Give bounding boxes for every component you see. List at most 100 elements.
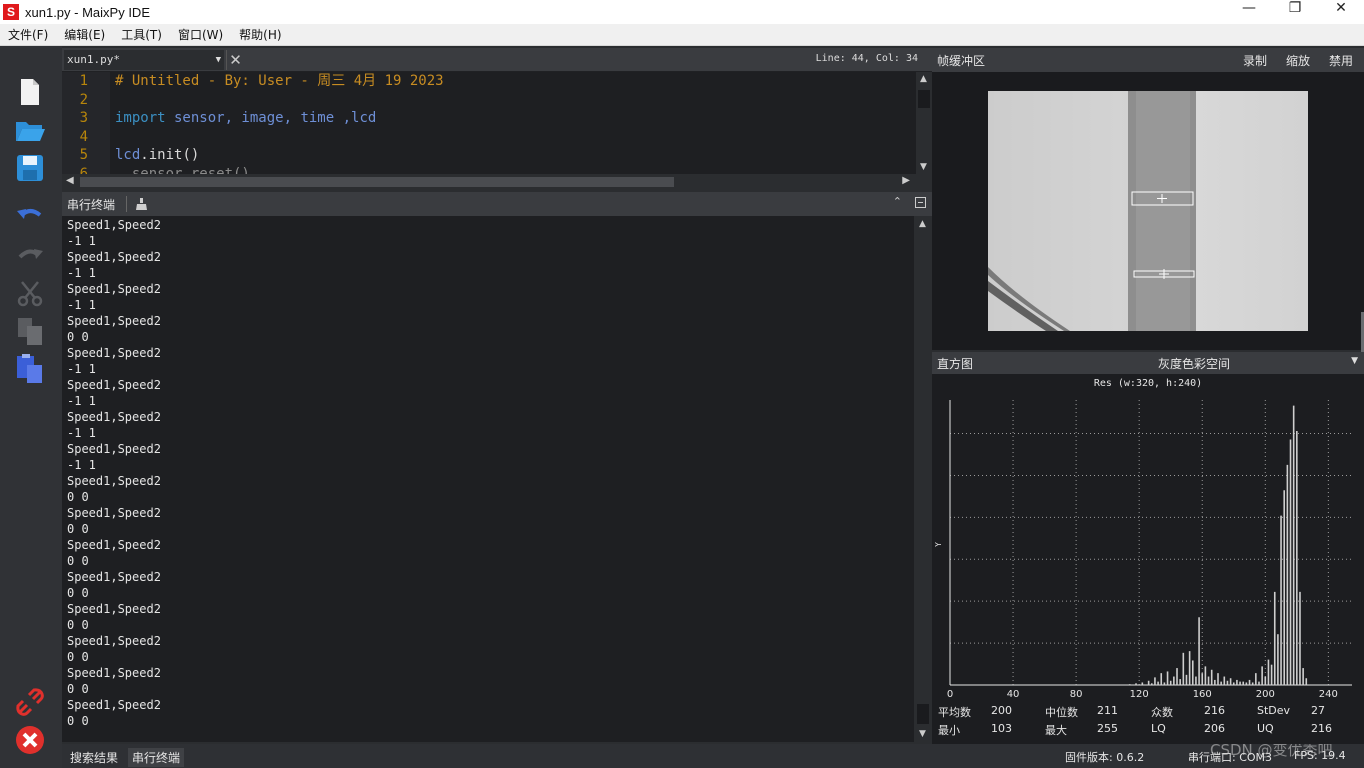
line-number: 1 bbox=[79, 73, 88, 89]
cut-icon[interactable] bbox=[14, 277, 46, 309]
code-text[interactable]: # Untitled - By: User - 周三 4月 19 2023 im… bbox=[115, 72, 915, 174]
redo-icon[interactable] bbox=[14, 239, 46, 271]
line-number: 3 bbox=[79, 110, 88, 126]
file-name: xun1.py* bbox=[67, 53, 120, 66]
x-tick-label: 0 bbox=[947, 689, 953, 700]
zoom-button[interactable]: 缩放 bbox=[1286, 52, 1310, 69]
code-call: .init() bbox=[140, 147, 200, 163]
minimize-icon[interactable]: — bbox=[1226, 0, 1272, 24]
scroll-thumb[interactable] bbox=[80, 177, 674, 187]
editor-tab-bar: xun1.py* ▼ ✕ Line: 44, Col: 34 bbox=[62, 48, 932, 72]
menu-help[interactable]: 帮助(H) bbox=[239, 26, 281, 43]
menu-window[interactable]: 窗口(W) bbox=[178, 26, 223, 43]
menu-bar: 文件(F) 编辑(E) 工具(T) 窗口(W) 帮助(H) bbox=[0, 24, 1364, 46]
terminal-line: Speed1,Speed2 bbox=[67, 378, 161, 392]
terminal-line: Speed1,Speed2 bbox=[67, 282, 161, 296]
uq-label: UQ bbox=[1257, 722, 1274, 735]
scroll-thumb[interactable] bbox=[917, 704, 929, 724]
line-number: 2 bbox=[79, 91, 88, 108]
scroll-up-icon[interactable]: ▲ bbox=[919, 219, 926, 229]
new-file-icon[interactable] bbox=[14, 76, 46, 108]
editor-vertical-scrollbar[interactable]: ▲ ▼ bbox=[916, 72, 932, 174]
x-tick-label: 240 bbox=[1319, 689, 1338, 700]
median-value: 211 bbox=[1097, 704, 1118, 717]
terminal-line: 0 0 bbox=[67, 714, 89, 728]
menu-file[interactable]: 文件(F) bbox=[8, 26, 48, 43]
left-toolbar bbox=[0, 46, 62, 768]
frame-buffer-header: 帧缓冲区 录制 缩放 禁用 bbox=[932, 48, 1364, 72]
serial-terminal-output[interactable]: Speed1,Speed2 -1 1 Speed1,Speed2 -1 1 Speed1… bbox=[62, 216, 914, 742]
terminal-line: 0 0 bbox=[67, 330, 89, 344]
search-results-tab[interactable]: 搜索结果 bbox=[66, 748, 122, 767]
code-editor[interactable]: 1 2 3 4 5 6 # Untitled - By: User - 周三 4… bbox=[62, 72, 932, 174]
max-label: 最大 bbox=[1045, 724, 1067, 737]
code-identifier: lcd bbox=[115, 147, 141, 163]
clear-terminal-icon[interactable] bbox=[134, 196, 150, 212]
record-button[interactable]: 录制 bbox=[1243, 52, 1267, 69]
paste-icon[interactable] bbox=[14, 353, 46, 385]
close-tab-icon[interactable]: ✕ bbox=[226, 50, 244, 70]
terminal-line: -1 1 bbox=[67, 234, 96, 248]
editor-horizontal-scrollbar[interactable]: ◀ ▶ bbox=[62, 174, 914, 190]
title-bar: S xun1.py - MaixPy IDE — ❐ ✕ bbox=[0, 0, 1364, 24]
terminal-line: 0 0 bbox=[67, 490, 89, 504]
copy-icon[interactable] bbox=[14, 315, 46, 347]
terminal-line: -1 1 bbox=[67, 394, 96, 408]
terminal-line: -1 1 bbox=[67, 426, 96, 440]
x-tick-label: 120 bbox=[1130, 689, 1149, 700]
mode-value: 216 bbox=[1204, 704, 1225, 717]
restore-icon[interactable]: ❐ bbox=[1272, 0, 1318, 24]
stop-icon[interactable] bbox=[14, 724, 46, 756]
serial-terminal-title: 串行终端 bbox=[67, 198, 116, 212]
serial-terminal-header: 串行终端 ⌃ bbox=[62, 192, 932, 216]
stdev-value: 27 bbox=[1311, 704, 1325, 717]
terminal-line: 0 0 bbox=[67, 682, 89, 696]
chevron-down-icon[interactable]: ▼ bbox=[1351, 356, 1358, 366]
terminal-line: Speed1,Speed2 bbox=[67, 570, 161, 584]
scroll-down-icon[interactable]: ▼ bbox=[920, 162, 927, 172]
code-keyword: import bbox=[115, 110, 166, 126]
collapse-up-icon[interactable]: ⌃ bbox=[893, 195, 902, 208]
menu-tools[interactable]: 工具(T) bbox=[121, 26, 162, 43]
scroll-up-icon[interactable]: ▲ bbox=[920, 74, 927, 84]
float-panel-icon[interactable] bbox=[915, 197, 926, 208]
line-number: 4 bbox=[79, 128, 88, 145]
open-folder-icon[interactable] bbox=[14, 114, 46, 146]
file-selector[interactable]: xun1.py* ▼ bbox=[64, 50, 224, 70]
histogram-header: 直方图 灰度色彩空间 ▼ bbox=[932, 352, 1364, 374]
disable-button[interactable]: 禁用 bbox=[1329, 52, 1353, 69]
terminal-line: -1 1 bbox=[67, 362, 96, 376]
firmware-version: 固件版本: 0.6.2 bbox=[1065, 751, 1145, 764]
median-label: 中位数 bbox=[1045, 706, 1078, 719]
color-space-selector[interactable]: 灰度色彩空间 bbox=[1158, 355, 1230, 372]
cursor-position: Line: 44, Col: 34 bbox=[815, 53, 918, 64]
scroll-down-icon[interactable]: ▼ bbox=[919, 729, 926, 739]
code-line-6: sensor.reset() bbox=[115, 165, 250, 175]
uq-value: 216 bbox=[1311, 722, 1332, 735]
disconnect-icon[interactable] bbox=[14, 686, 46, 718]
terminal-vertical-scrollbar[interactable]: ▲ ▼ bbox=[914, 216, 932, 742]
mean-value: 200 bbox=[991, 704, 1012, 717]
terminal-line: 0 0 bbox=[67, 554, 89, 568]
terminal-line: -1 1 bbox=[67, 266, 96, 280]
close-icon[interactable]: ✕ bbox=[1318, 0, 1364, 24]
scroll-right-icon[interactable]: ▶ bbox=[902, 175, 910, 186]
serial-terminal-tab[interactable]: 串行终端 bbox=[128, 748, 185, 767]
save-icon[interactable] bbox=[14, 152, 46, 184]
scroll-thumb[interactable] bbox=[918, 90, 930, 108]
scroll-left-icon[interactable]: ◀ bbox=[66, 175, 74, 186]
code-line-3: import sensor, image, time ,lcd bbox=[115, 109, 915, 128]
mode-label: 众数 bbox=[1151, 706, 1173, 719]
stdev-label: StDev bbox=[1257, 704, 1291, 717]
code-text-span: sensor, image, time ,lcd bbox=[165, 110, 377, 126]
undo-icon[interactable] bbox=[14, 201, 46, 233]
x-tick-label: 40 bbox=[1007, 689, 1020, 700]
histogram-title: 直方图 bbox=[937, 357, 974, 371]
camera-frame-image bbox=[988, 91, 1308, 331]
terminal-line: Speed1,Speed2 bbox=[67, 314, 161, 328]
menu-edit[interactable]: 编辑(E) bbox=[64, 26, 105, 43]
line-number-gutter: 1 2 3 4 5 6 bbox=[62, 72, 110, 174]
terminal-line: Speed1,Speed2 bbox=[67, 634, 161, 648]
